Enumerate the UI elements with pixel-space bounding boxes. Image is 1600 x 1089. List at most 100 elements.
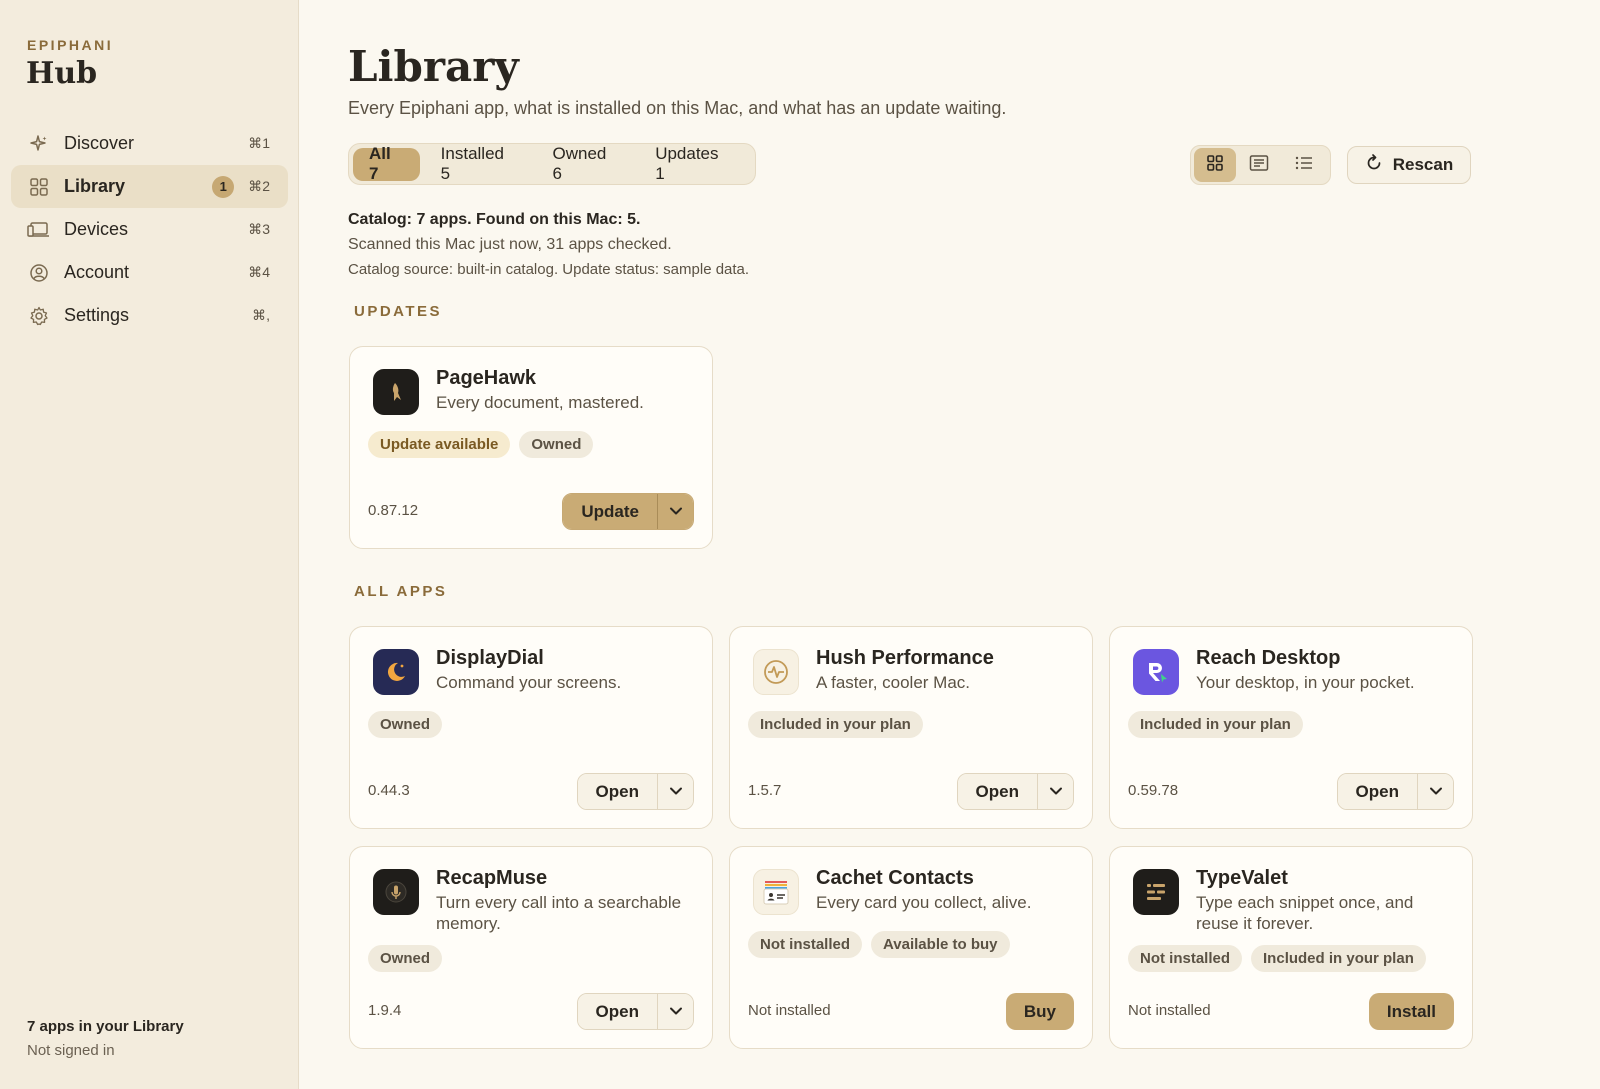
buy-button[interactable]: Buy bbox=[1005, 993, 1074, 1030]
view-mode-toggle bbox=[1190, 145, 1331, 185]
sparkle-icon bbox=[27, 132, 51, 156]
filter-all[interactable]: All 7 bbox=[353, 144, 420, 183]
open-button[interactable]: Open bbox=[957, 774, 1037, 809]
app-version: 1.9.4 bbox=[368, 1002, 402, 1019]
more-options-button[interactable] bbox=[1417, 774, 1453, 809]
status-badge: Owned bbox=[519, 431, 594, 458]
refresh-icon bbox=[1365, 153, 1393, 177]
shortcut-hint: ⌘1 bbox=[248, 135, 270, 151]
status-badge: Owned bbox=[368, 945, 443, 972]
app-card-recapmuse[interactable]: RecapMuse Turn every call into a searcha… bbox=[349, 846, 713, 1049]
status-badge: Not installed bbox=[748, 931, 863, 958]
shortcut-hint: ⌘, bbox=[252, 307, 270, 323]
app-card-pagehawk[interactable]: PageHawk Every document, mastered. Updat… bbox=[349, 346, 713, 549]
more-options-button[interactable] bbox=[657, 774, 693, 809]
app-version: 0.87.12 bbox=[368, 502, 419, 519]
sidebar-item-library[interactable]: Library 1 ⌘2 bbox=[11, 165, 288, 208]
chevron-down-icon bbox=[669, 503, 683, 521]
app-version: 1.5.7 bbox=[748, 782, 782, 799]
tag-row: Owned bbox=[368, 711, 451, 738]
hush-performance-app-icon bbox=[753, 649, 799, 695]
shortcut-hint: ⌘3 bbox=[248, 221, 270, 237]
open-button[interactable]: Open bbox=[577, 774, 657, 809]
cachet-contacts-app-icon bbox=[753, 869, 799, 915]
grid-icon bbox=[27, 175, 51, 199]
app-tagline: Your desktop, in your pocket. bbox=[1196, 673, 1415, 692]
chevron-down-icon bbox=[669, 783, 683, 801]
list-view-button[interactable] bbox=[1283, 148, 1325, 182]
catalog-source: Catalog source: built-in catalog. Update… bbox=[348, 261, 750, 278]
update-count-badge: 1 bbox=[212, 175, 235, 198]
tag-row: Included in your plan bbox=[748, 711, 932, 738]
sidebar-item-discover[interactable]: Discover ⌘1 bbox=[11, 122, 288, 165]
app-tagline: Every card you collect, alive. bbox=[816, 893, 1032, 912]
app-tagline: Turn every call into a searchable memory… bbox=[436, 893, 682, 933]
app-name: DisplayDial bbox=[436, 647, 544, 669]
update-button[interactable]: Update bbox=[563, 494, 657, 529]
page-subtitle: Every Epiphani app, what is installed on… bbox=[348, 98, 1007, 118]
grid-view-icon bbox=[1206, 154, 1224, 177]
app-card-cachet-contacts[interactable]: Cachet Contacts Every card you collect, … bbox=[729, 846, 1093, 1049]
app-card-typevalet[interactable]: TypeValet Type each snippet once, and re… bbox=[1109, 846, 1473, 1049]
app-version: 0.59.78 bbox=[1128, 782, 1179, 799]
open-button[interactable]: Open bbox=[1337, 774, 1417, 809]
displaydial-app-icon bbox=[373, 649, 419, 695]
app-tagline: Every document, mastered. bbox=[436, 393, 644, 412]
open-split-button: Open bbox=[576, 993, 694, 1030]
sidebar: EPIPHANI Hub Discover ⌘1 Library 1 ⌘2 De… bbox=[0, 0, 299, 1089]
filter-installed[interactable]: Installed 5 bbox=[425, 144, 532, 183]
app-card-hush-performance[interactable]: Hush Performance A faster, cooler Mac. I… bbox=[729, 626, 1093, 829]
app-name: RecapMuse bbox=[436, 867, 548, 889]
sidebar-item-settings[interactable]: Settings ⌘, bbox=[11, 294, 288, 337]
app-tagline: Command your screens. bbox=[436, 673, 622, 692]
open-button[interactable]: Open bbox=[577, 994, 657, 1029]
sidebar-item-label: Devices bbox=[64, 219, 129, 239]
filter-owned[interactable]: Owned 6 bbox=[537, 144, 635, 183]
tag-row: Not installed Available to buy bbox=[748, 931, 1019, 958]
sidebar-nav: Discover ⌘1 Library 1 ⌘2 Devices ⌘3 Acco… bbox=[11, 122, 288, 337]
more-options-button[interactable] bbox=[657, 494, 693, 529]
open-split-button: Open bbox=[1336, 773, 1454, 810]
card-view-icon bbox=[1249, 154, 1269, 177]
section-heading-updates: UPDATES bbox=[354, 303, 443, 320]
filter-updates[interactable]: Updates 1 bbox=[639, 144, 746, 183]
chevron-down-icon bbox=[1049, 783, 1063, 801]
person-circle-icon bbox=[27, 261, 51, 285]
library-count: 7 apps in your Library bbox=[27, 1018, 184, 1035]
sidebar-item-label: Discover bbox=[64, 133, 135, 153]
sidebar-item-devices[interactable]: Devices ⌘3 bbox=[11, 208, 288, 251]
catalog-summary: Catalog: 7 apps. Found on this Mac: 5. bbox=[348, 211, 641, 228]
card-view-button[interactable] bbox=[1238, 148, 1280, 182]
more-options-button[interactable] bbox=[1037, 774, 1073, 809]
reach-desktop-app-icon bbox=[1133, 649, 1179, 695]
app-name: PageHawk bbox=[436, 367, 537, 389]
sidebar-item-label: Account bbox=[64, 262, 130, 282]
brand-name: EPIPHANI bbox=[27, 37, 114, 53]
tag-row: Owned bbox=[368, 945, 451, 972]
list-view-icon bbox=[1294, 154, 1314, 177]
sidebar-item-label: Settings bbox=[64, 305, 130, 325]
sidebar-item-account[interactable]: Account ⌘4 bbox=[11, 251, 288, 294]
shortcut-hint: ⌘2 bbox=[248, 178, 270, 194]
typevalet-app-icon bbox=[1133, 869, 1179, 915]
scan-status: Scanned this Mac just now, 31 apps check… bbox=[348, 236, 672, 253]
install-button[interactable]: Install bbox=[1368, 993, 1454, 1030]
status-badge: Available to buy bbox=[871, 931, 1010, 958]
shortcut-hint: ⌘4 bbox=[248, 264, 270, 280]
app-card-reach-desktop[interactable]: Reach Desktop Your desktop, in your pock… bbox=[1109, 626, 1473, 829]
app-name: TypeValet bbox=[1196, 867, 1288, 889]
app-card-displaydial[interactable]: DisplayDial Command your screens. Owned … bbox=[349, 626, 713, 829]
status-badge: Owned bbox=[368, 711, 443, 738]
gear-icon bbox=[27, 304, 51, 328]
grid-view-button[interactable] bbox=[1194, 148, 1237, 182]
app-version: Not installed bbox=[748, 1002, 831, 1019]
more-options-button[interactable] bbox=[657, 994, 693, 1029]
status-badge: Update available bbox=[368, 431, 511, 458]
app-version: Not installed bbox=[1128, 1002, 1211, 1019]
page-title: Library bbox=[348, 42, 519, 91]
status-badge: Included in your plan bbox=[1128, 711, 1303, 738]
tag-row: Included in your plan bbox=[1128, 711, 1312, 738]
tag-row: Not installed Included in your plan bbox=[1128, 945, 1435, 972]
rescan-button[interactable]: Rescan bbox=[1347, 146, 1471, 184]
app-title: Hub bbox=[26, 56, 98, 91]
